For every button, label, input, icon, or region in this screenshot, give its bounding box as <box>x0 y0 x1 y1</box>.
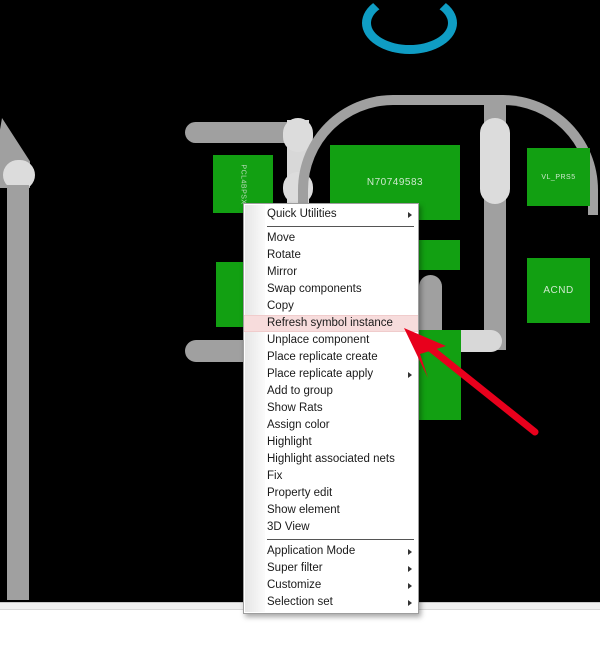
component-acnd[interactable]: ACND <box>527 258 590 323</box>
menu-item-highlight-associated-nets[interactable]: Highlight associated nets <box>244 451 418 468</box>
component-label: ACND <box>543 285 574 296</box>
menu-item-label: Place replicate create <box>267 351 378 363</box>
menu-item-place-replicate-create[interactable]: Place replicate create <box>244 349 418 366</box>
menu-item-highlight[interactable]: Highlight <box>244 434 418 451</box>
component-label: PCL4BPSX <box>239 163 247 205</box>
menu-separator-2 <box>267 539 414 540</box>
menu-item-label: Move <box>267 232 296 244</box>
menu-item-quick-utilities[interactable]: Quick Utilities <box>244 206 418 223</box>
menu-item-label: Quick Utilities <box>267 208 337 220</box>
menu-item-add-to-group[interactable]: Add to group <box>244 383 418 400</box>
menu-separator-1 <box>267 226 414 227</box>
chevron-right-icon <box>408 565 412 572</box>
menu-item-move[interactable]: Move <box>244 230 418 247</box>
menu-item-place-replicate-apply[interactable]: Place replicate apply <box>244 366 418 383</box>
menu-item-label: Application Mode <box>267 545 356 557</box>
component-vl-prs5[interactable]: VL_PRS5 <box>527 148 590 206</box>
menu-item-refresh-symbol-instance[interactable]: Refresh symbol instance <box>244 315 418 332</box>
chevron-right-icon <box>408 371 412 378</box>
menu-item-label: Refresh symbol instance <box>267 317 393 329</box>
menu-item-swap-components[interactable]: Swap components <box>244 281 418 298</box>
component-label: VL_PRS5 <box>541 173 576 181</box>
trace-left-vertical <box>7 185 29 600</box>
menu-item-fix[interactable]: Fix <box>244 468 418 485</box>
menu-item-assign-color[interactable]: Assign color <box>244 417 418 434</box>
menu-item-unplace-component[interactable]: Unplace component <box>244 332 418 349</box>
menu-item-super-filter[interactable]: Super filter <box>244 560 418 577</box>
menu-item-label: Add to group <box>267 385 333 397</box>
chevron-right-icon <box>408 582 412 589</box>
menu-item-label: Unplace component <box>267 334 370 346</box>
menu-item-customize[interactable]: Customize <box>244 577 418 594</box>
menu-item-label: Selection set <box>267 596 333 608</box>
window-bottom-blank-area <box>0 610 600 656</box>
menu-item-label: Property edit <box>267 487 333 499</box>
menu-item-application-mode[interactable]: Application Mode <box>244 543 418 560</box>
menu-item-label: Show element <box>267 504 340 516</box>
menu-item-copy[interactable]: Copy <box>244 298 418 315</box>
menu-item-label: Super filter <box>267 562 323 574</box>
menu-item-label: Mirror <box>267 266 298 278</box>
chevron-right-icon <box>408 211 412 218</box>
chevron-right-icon <box>408 548 412 555</box>
chevron-right-icon <box>408 599 412 606</box>
menu-item-show-rats[interactable]: Show Rats <box>244 400 418 417</box>
menu-item-selection-set[interactable]: Selection set <box>244 594 418 611</box>
menu-item-rotate[interactable]: Rotate <box>244 247 418 264</box>
pcb-context-menu[interactable]: Quick Utilities Move Rotate Mirror Swap … <box>243 203 419 614</box>
menu-item-label: Assign color <box>267 419 330 431</box>
menu-item-property-edit[interactable]: Property edit <box>244 485 418 502</box>
pad-junction-via <box>480 118 510 204</box>
menu-item-label: 3D View <box>267 521 310 533</box>
menu-item-label: Place replicate apply <box>267 368 374 380</box>
menu-item-label: Highlight associated nets <box>267 453 395 465</box>
component-label: N70749583 <box>366 177 424 188</box>
menu-item-label: Fix <box>267 470 283 482</box>
teal-ring-graphic <box>362 0 457 54</box>
menu-item-show-element[interactable]: Show element <box>244 502 418 519</box>
menu-item-label: Customize <box>267 579 322 591</box>
menu-item-mirror[interactable]: Mirror <box>244 264 418 281</box>
menu-item-label: Rotate <box>267 249 301 261</box>
menu-item-label: Highlight <box>267 436 312 448</box>
menu-item-label: Copy <box>267 300 294 312</box>
menu-item-3d-view[interactable]: 3D View <box>244 519 418 536</box>
menu-item-label: Swap components <box>267 283 362 295</box>
menu-item-label: Show Rats <box>267 402 323 414</box>
